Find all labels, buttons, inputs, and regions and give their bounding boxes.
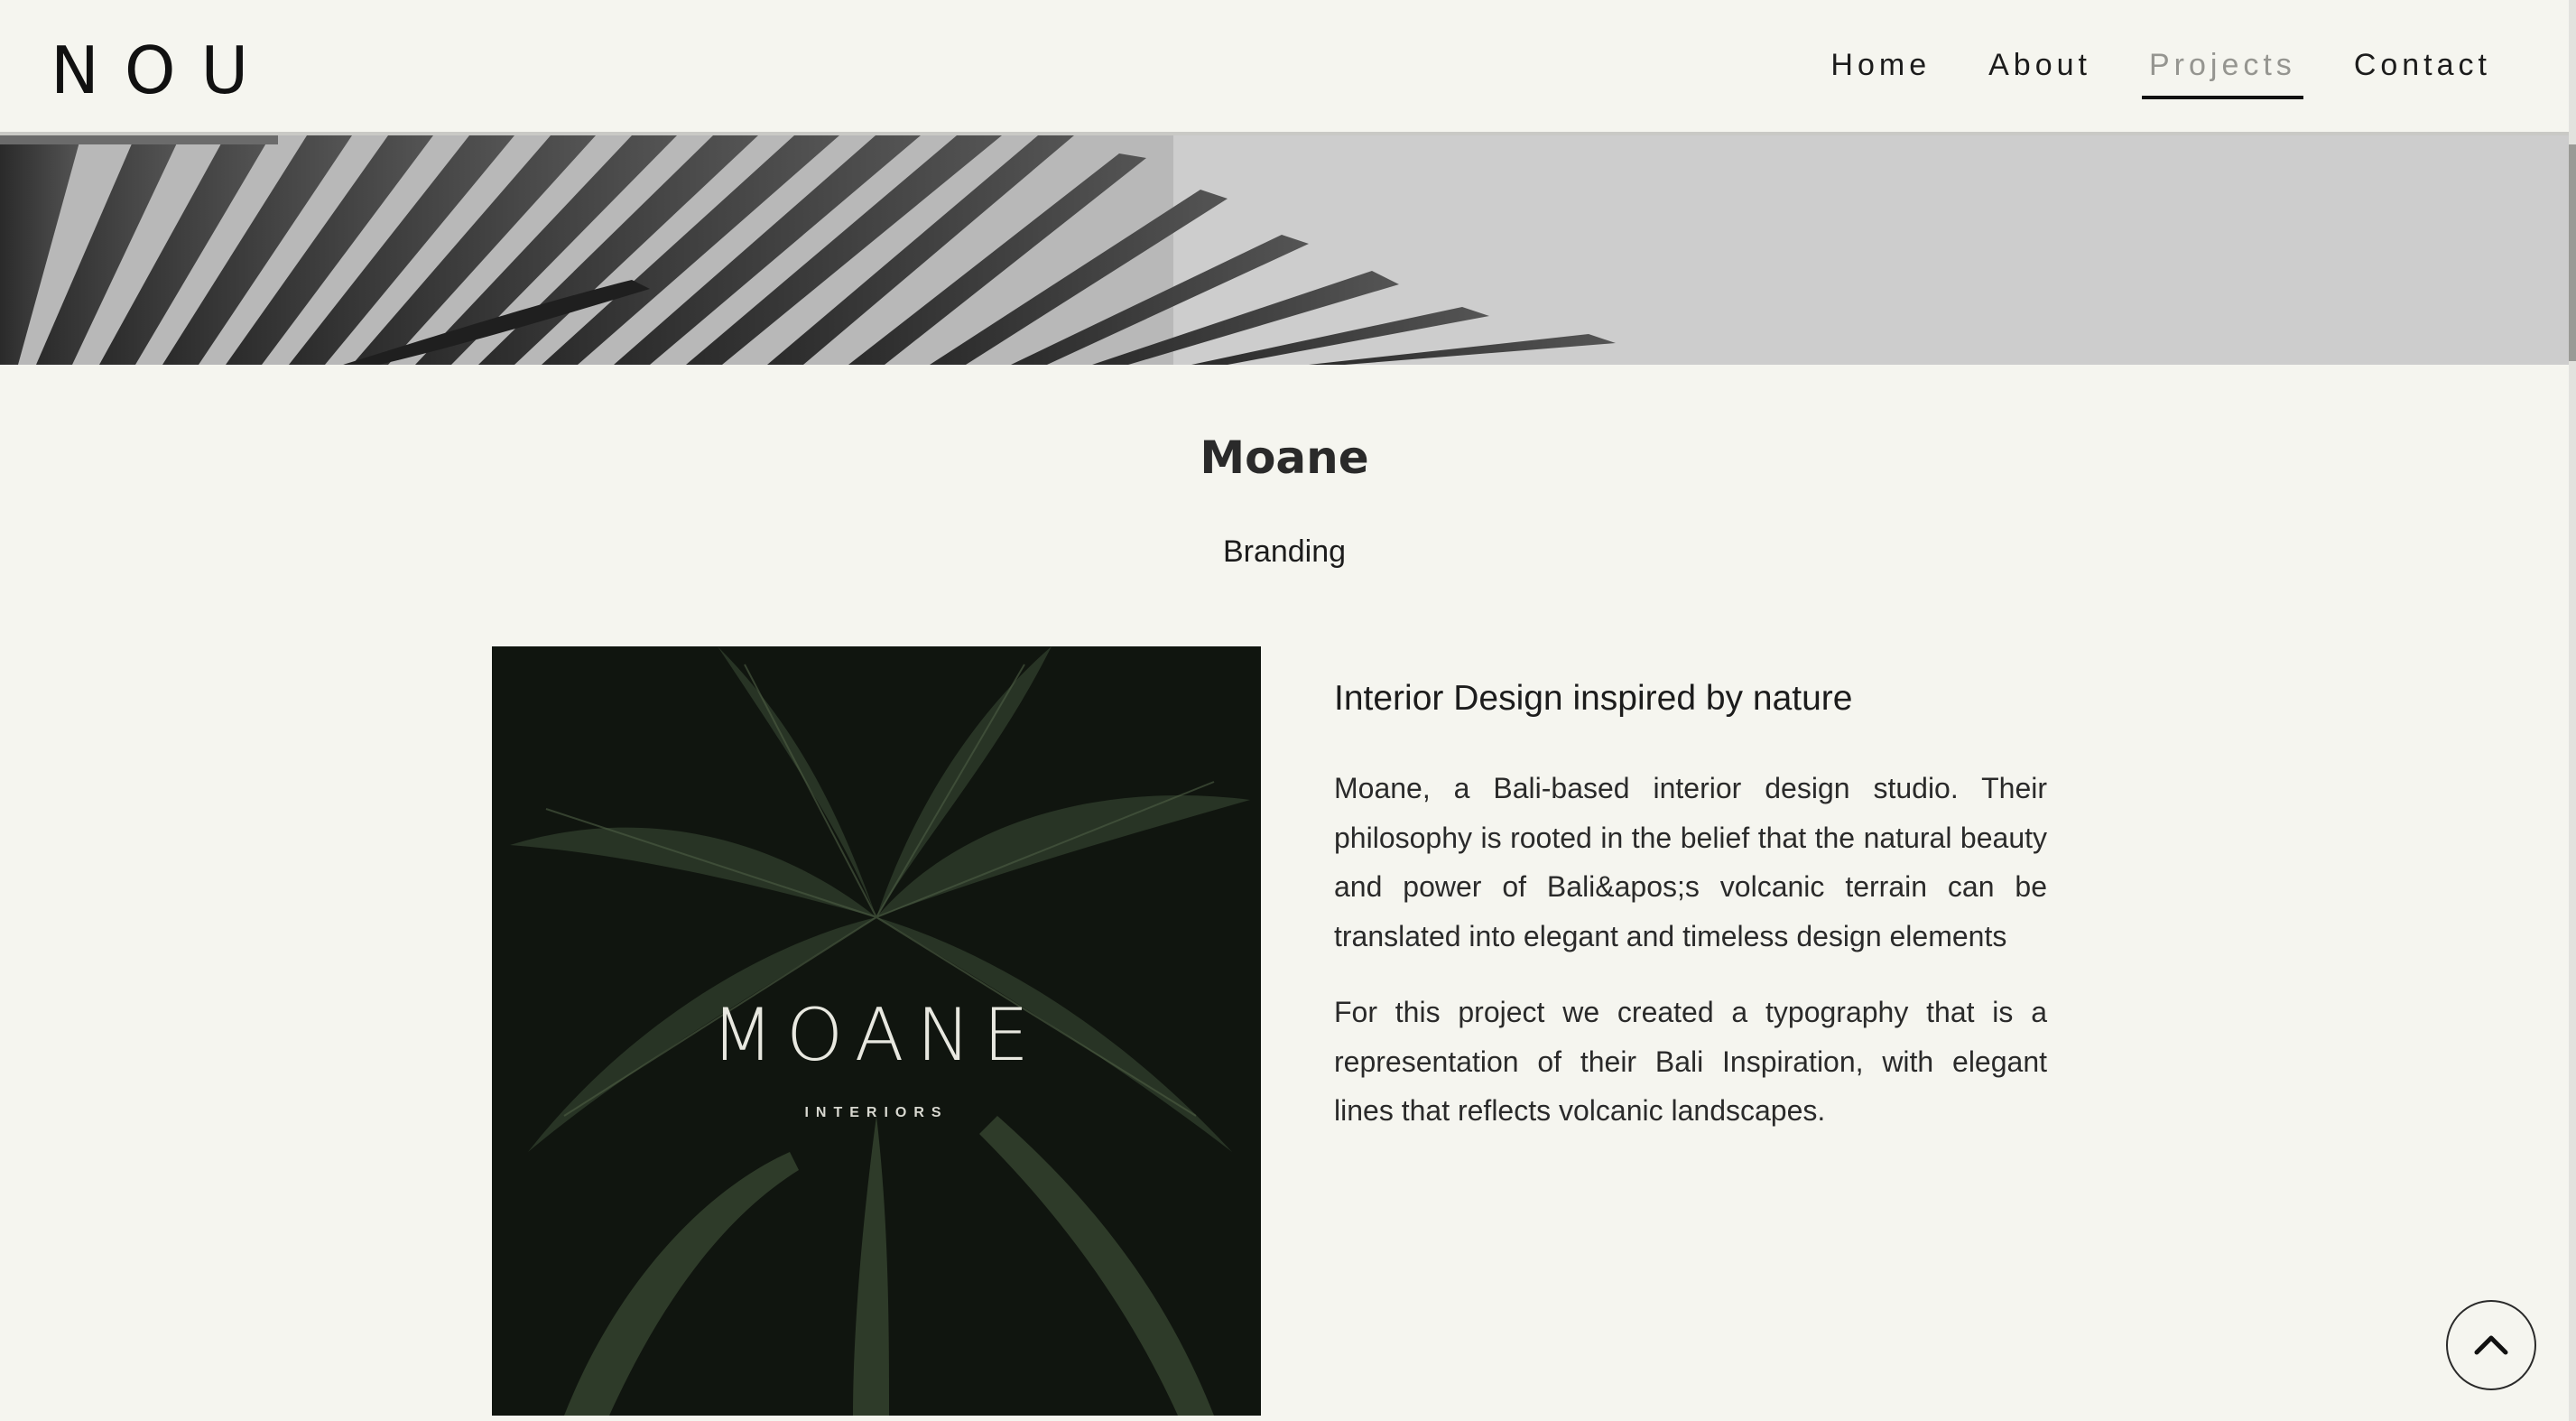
image-brand-text: MOANE	[711, 993, 1042, 1077]
description-paragraph-2: For this project we created a typography…	[1334, 996, 2047, 1127]
image-brand-subtext: INTERIORS	[804, 1105, 949, 1120]
chevron-up-icon	[2474, 1335, 2508, 1355]
hero-accent-bar	[0, 135, 278, 144]
site-logo[interactable]: NOU	[51, 34, 273, 107]
palm-leaves-illustration	[0, 135, 2569, 365]
page: NOU Home About Projects Contact Moane Br…	[0, 0, 2576, 1421]
project-title: Moane	[1200, 432, 1369, 484]
project-image: MOANE INTERIORS	[492, 646, 1261, 1416]
nav-contact[interactable]: Contact	[2347, 43, 2498, 99]
nav-projects[interactable]: Projects	[2141, 43, 2303, 99]
site-header: NOU Home About Projects Contact	[0, 0, 2569, 135]
nav-about[interactable]: About	[1981, 43, 2099, 99]
project-description: Interior Design inspired by nature Moane…	[1334, 679, 2047, 1163]
main-nav: Home About Projects Contact	[1823, 43, 2498, 99]
description-heading: Interior Design inspired by nature	[1334, 679, 1853, 718]
project-category: Branding	[1222, 534, 1347, 569]
nav-home[interactable]: Home	[1823, 43, 1938, 99]
description-paragraph-1: Moane, a Bali-based interior design stud…	[1334, 772, 2047, 952]
scrollbar-thumb[interactable]	[2569, 144, 2576, 361]
hero-banner-image	[0, 135, 2569, 365]
back-to-top-button[interactable]	[2446, 1300, 2536, 1390]
